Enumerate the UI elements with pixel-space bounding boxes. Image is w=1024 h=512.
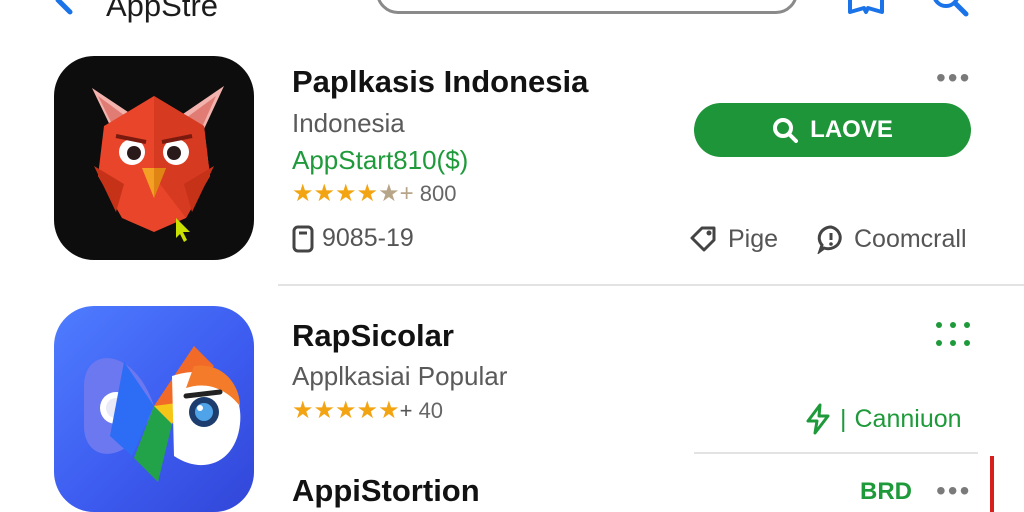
bolt-icon: [806, 403, 830, 435]
page-title: AppStre: [106, 0, 219, 23]
divider: [278, 284, 1024, 286]
search-icon[interactable]: [930, 0, 970, 18]
app-subtitle: Indonesia: [292, 108, 405, 138]
install-button[interactable]: LAOVE: [694, 103, 971, 157]
rating-count: 800: [419, 181, 457, 206]
scroll-indicator: [990, 456, 994, 512]
rating-count: 40: [418, 398, 444, 423]
action-pige[interactable]: Pige: [688, 224, 778, 254]
divider: [694, 452, 978, 454]
star-rating-icons: ★★★★★: [292, 397, 400, 424]
comment-icon: [817, 225, 842, 254]
size-info: 9085-19: [292, 224, 414, 253]
app-name[interactable]: RapSicolar: [292, 318, 454, 354]
pipe-separator: |: [840, 404, 847, 433]
tag-icon: [690, 226, 716, 252]
star-plus: +: [399, 398, 413, 423]
star-half-icon: ★+: [378, 180, 414, 207]
action-label: Coomcrall: [854, 224, 967, 253]
app-icon-bird[interactable]: [54, 56, 254, 260]
app-name[interactable]: AppiStortion: [292, 473, 480, 509]
app-name[interactable]: Paplkasis Indonesia: [292, 64, 588, 100]
chevron-left-icon[interactable]: [48, 0, 78, 16]
app-subtitle: Applkasiai Popular: [292, 361, 508, 391]
action-canniuon[interactable]: | Canniuon: [804, 403, 962, 435]
more-options-icon[interactable]: •••: [936, 475, 971, 507]
app-size: 9085-19: [322, 224, 414, 252]
file-icon: [292, 225, 314, 252]
app-icon-infinity[interactable]: [54, 306, 254, 512]
action-label: Canniuon: [854, 404, 962, 433]
rating: ★★★★★+ 40: [292, 396, 443, 425]
app-tag: BRD: [860, 478, 912, 505]
grid-menu-icon[interactable]: [936, 322, 970, 348]
action-comment[interactable]: Coomcrall: [816, 224, 967, 254]
install-button-label: LAOVE: [810, 116, 893, 143]
action-label: Pige: [728, 224, 779, 253]
rating: ★★★★★+ 800: [292, 179, 456, 208]
more-options-icon[interactable]: •••: [936, 62, 971, 94]
app-publisher[interactable]: AppStart810($): [292, 145, 468, 176]
search-input[interactable]: [376, 0, 798, 14]
star-rating-icons: ★★★★: [292, 180, 379, 207]
search-icon: [773, 118, 799, 143]
book-icon[interactable]: [846, 0, 886, 16]
